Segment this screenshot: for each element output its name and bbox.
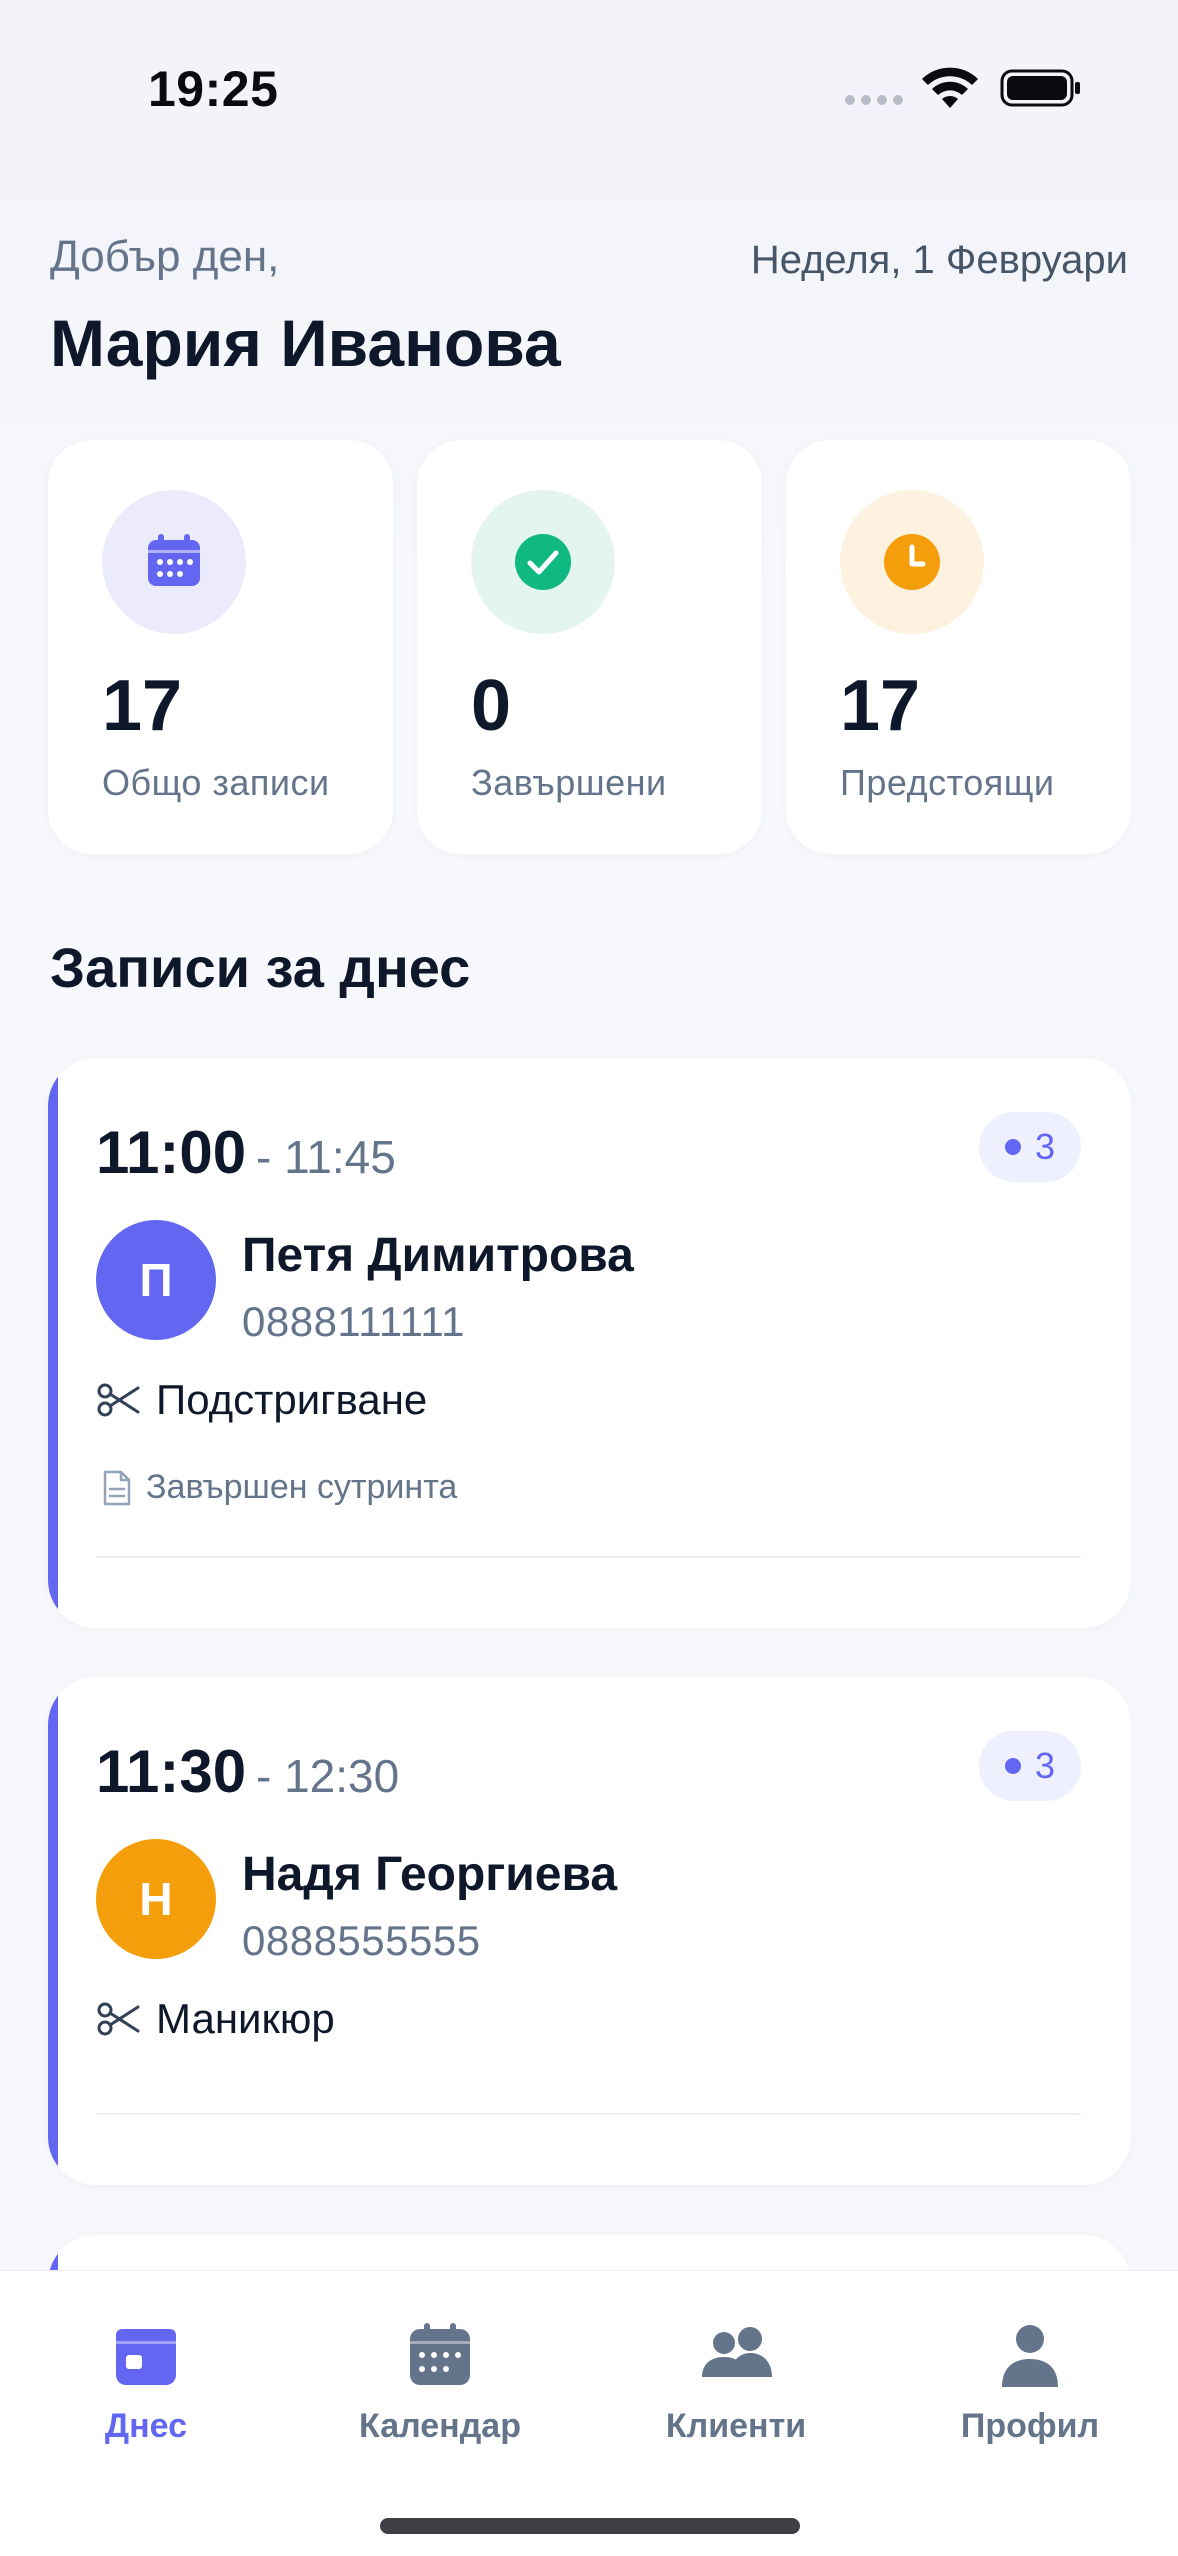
appointment-end-time: - 11:45 (256, 1131, 396, 1183)
stat-label: Общо записи (102, 762, 330, 803)
users-icon (702, 2327, 772, 2377)
tab-profile[interactable]: Профил (920, 2321, 1140, 2446)
badge-dot-icon (1004, 1758, 1021, 1774)
cellular-signal-icon (845, 95, 905, 105)
divider (96, 2113, 1081, 2115)
today-icon (116, 2329, 176, 2385)
status-bar: 19:25 (0, 0, 1178, 175)
stat-card-upcoming[interactable]: 17 Предстоящи (786, 440, 1131, 854)
status-badge: 3 (979, 1112, 1081, 1182)
appointment-start-time: 11:00 (96, 1119, 247, 1186)
profile-icon (1002, 2325, 1058, 2387)
greeting-text: Добър ден, (50, 232, 280, 281)
service-name: Подстригване (156, 1376, 428, 1423)
stat-card-completed[interactable]: 0 Завършени (417, 440, 762, 854)
scissors-icon (97, 1383, 140, 1417)
badge-count: 3 (1034, 1745, 1056, 1786)
tab-label: Клиенти (665, 2407, 807, 2445)
stat-card-total[interactable]: 17 Общо записи (48, 440, 393, 854)
home-indicator[interactable] (380, 2518, 800, 2534)
note-row: Завършен сутринта (102, 1468, 457, 1507)
client-phone[interactable]: 0888111111 (242, 1298, 465, 1346)
section-title: Записи за днес (50, 936, 471, 999)
appointment-end-time: - 12:30 (256, 1750, 400, 1802)
current-date: Неделя, 1 Февруари (750, 238, 1128, 282)
document-icon (103, 1470, 131, 1505)
tab-label: Днес (104, 2407, 188, 2445)
clock-icon (840, 490, 984, 634)
service-name: Маникюр (156, 1995, 335, 2042)
divider (96, 1556, 1081, 1558)
tab-today[interactable]: Днес (36, 2321, 256, 2446)
tab-bar: Днес Календар Клиенти Профил (0, 2270, 1178, 2556)
avatar: Н (96, 1839, 216, 1959)
service-row: Подстригване (96, 1376, 427, 1424)
battery-icon (1000, 69, 1080, 107)
stat-value: 17 (840, 666, 921, 746)
screen: 19:25 Добър ден, Неделя, 1 Февруари Мари… (0, 0, 1178, 2556)
scissors-icon (97, 2002, 140, 2036)
user-name: Мария Иванова (50, 306, 561, 380)
appointment-card[interactable]: 11:00 - 11:45 3 П Петя Димитрова 0888111… (48, 1058, 1131, 1628)
badge-dot-icon (1004, 1139, 1021, 1155)
appointment-start-time: 11:30 (96, 1738, 247, 1805)
tab-label: Профил (960, 2407, 1100, 2445)
appointment-card[interactable]: 11:30 - 12:30 3 Н Надя Георгиева 0888555… (48, 1677, 1131, 2185)
wifi-icon (922, 67, 978, 108)
client-phone[interactable]: 0888555555 (242, 1917, 481, 1965)
appointment-accent-bar (48, 1058, 58, 1628)
stat-value: 17 (102, 666, 183, 746)
tab-calendar[interactable]: Календар (330, 2321, 550, 2446)
calendar-icon (410, 2323, 470, 2385)
status-time: 19:25 (148, 61, 279, 117)
avatar: П (96, 1220, 216, 1340)
service-row: Маникюр (96, 1995, 335, 2043)
badge-count: 3 (1034, 1126, 1056, 1167)
calendar-icon (102, 490, 246, 634)
stats-row: 17 Общо записи 0 Завършени 17 Предстоящи (48, 440, 1131, 854)
check-circle-icon (471, 490, 615, 634)
client-name: Петя Димитрова (242, 1229, 634, 1282)
stat-label: Завършени (471, 762, 667, 803)
tab-clients[interactable]: Клиенти (626, 2321, 846, 2446)
tab-label: Календар (359, 2407, 521, 2445)
appointment-accent-bar (48, 1677, 58, 2185)
client-name: Надя Георгиева (242, 1848, 618, 1901)
stat-label: Предстоящи (840, 762, 1055, 803)
status-badge: 3 (979, 1731, 1081, 1801)
stat-value: 0 (471, 666, 512, 746)
note-text: Завършен сутринта (146, 1468, 458, 1506)
